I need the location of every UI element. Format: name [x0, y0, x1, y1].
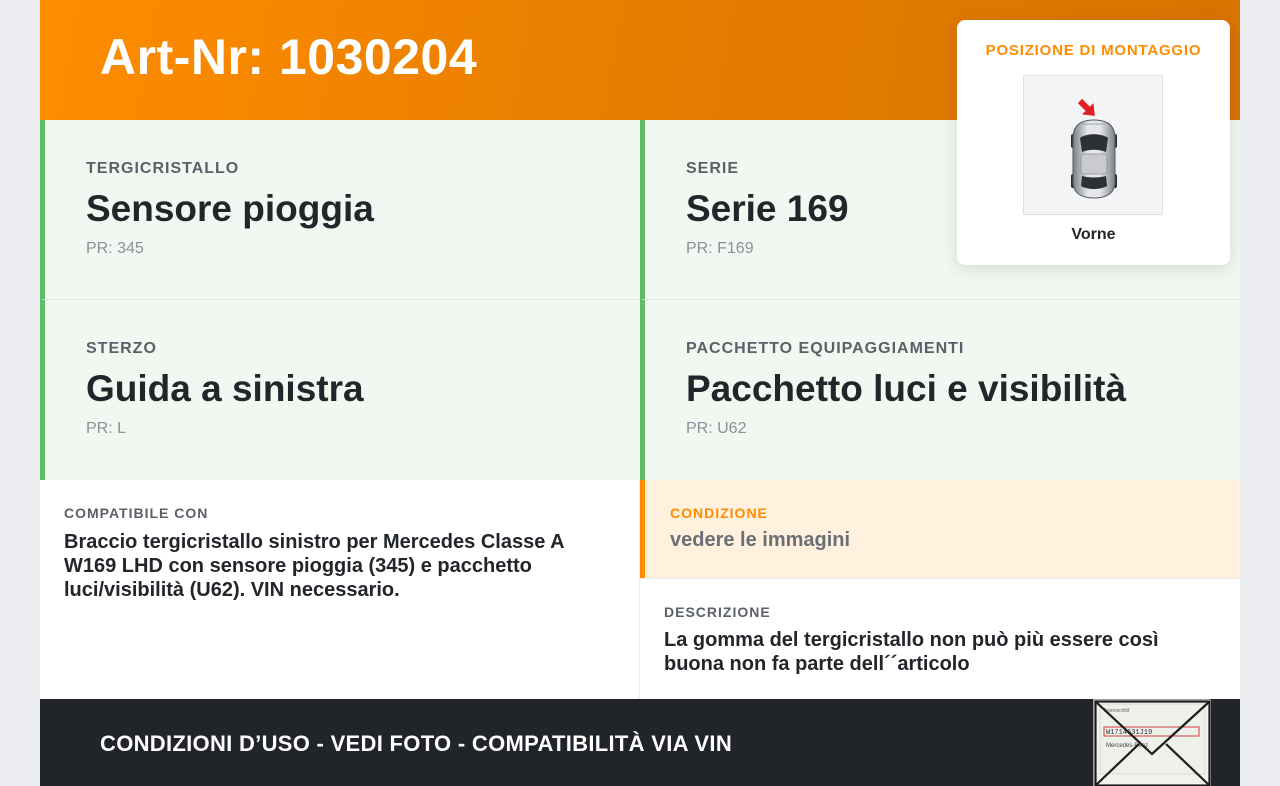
spec-cell-equipment-package: PACCHETTO EQUIPAGGIAMENTI Pacchetto luci… — [640, 300, 1240, 480]
description-text: La gomma del tergicristallo non può più … — [664, 629, 1159, 675]
condition-text: vedere le immagini — [670, 529, 851, 551]
spec-pr-code: PR: U62 — [686, 420, 747, 437]
spec-value: Pacchetto luci e visibilità — [686, 368, 1127, 409]
spec-cell-steering: STERZO Guida a sinistra PR: L — [40, 300, 640, 480]
envelope-vin-icon: Typenschild W1714631J19 Mercedes-Benz — [1094, 700, 1211, 786]
spec-value: Guida a sinistra — [86, 368, 364, 409]
front-position-arrow-icon — [1077, 98, 1095, 116]
mounting-position-title: POSIZIONE DI MONTAGGIO — [985, 42, 1202, 59]
spec-label: SERIE — [686, 160, 740, 177]
footer-terms-text: CONDIZIONI D’USO - VEDI FOTO - COMPATIBI… — [100, 731, 733, 756]
spec-cell-wiper: TERGICRISTALLO Sensore pioggia PR: 345 — [40, 120, 640, 300]
product-sheet: Art-Nr: 1030204 POSIZIONE DI MONTAGGIO V… — [40, 0, 1240, 786]
footer-bar: CONDIZIONI D’USO - VEDI FOTO - COMPATIBI… — [40, 699, 1240, 786]
spec-label: TERGICRISTALLO — [86, 160, 240, 177]
mounting-position-value: Vorne — [1071, 226, 1116, 243]
compatibility-section: COMPATIBILE CON Braccio tergicristallo s… — [40, 480, 640, 699]
spec-pr-code: PR: 345 — [86, 240, 144, 257]
mounting-position-card: POSIZIONE DI MONTAGGIO Vorne — [957, 20, 1230, 265]
compatibility-label: COMPATIBILE CON — [64, 505, 209, 521]
spec-value: Serie 169 — [686, 188, 849, 229]
car-top-view-icon — [1071, 98, 1117, 199]
description-label: DESCRIZIONE — [664, 604, 771, 620]
spec-pr-code: PR: F169 — [686, 240, 754, 257]
condition-section: CONDIZIONE vedere le immagini — [640, 480, 1240, 578]
spec-pr-code: PR: L — [86, 420, 127, 437]
condition-label: CONDIZIONE — [670, 505, 768, 521]
mounting-position-image — [1023, 75, 1163, 215]
article-number: Art-Nr: 1030204 — [100, 29, 478, 85]
spec-label: PACCHETTO EQUIPAGGIAMENTI — [686, 340, 965, 357]
vin-plate-image: Typenschild W1714631J19 Mercedes-Benz — [1093, 699, 1211, 786]
compatibility-text: Braccio tergicristallo sinistro per Merc… — [64, 531, 564, 601]
description-section: DESCRIZIONE La gomma del tergicristallo … — [640, 578, 1240, 699]
spec-value: Sensore pioggia — [86, 188, 374, 229]
spec-label: STERZO — [86, 340, 157, 357]
